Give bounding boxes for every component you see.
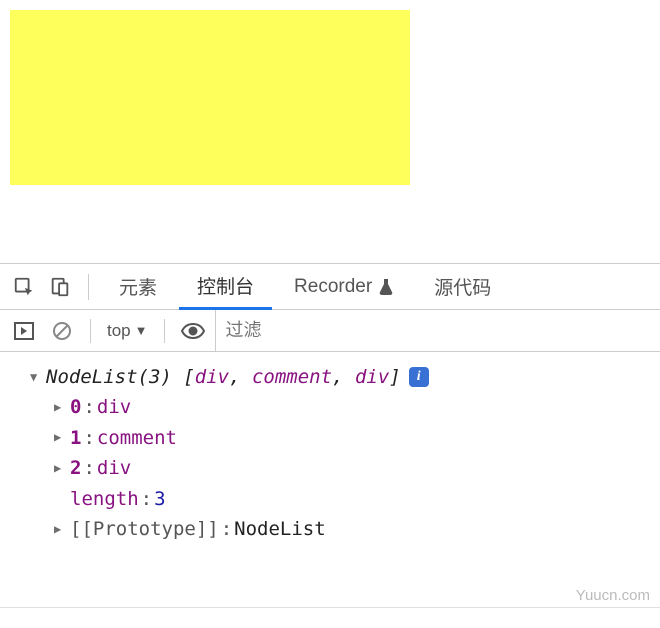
context-label: top xyxy=(107,321,131,341)
devtools-tab-bar: 元素 控制台 Recorder 源代码 xyxy=(0,264,660,310)
page-content xyxy=(0,0,660,195)
flask-icon xyxy=(378,278,394,296)
yellow-box xyxy=(10,10,410,185)
tab-sources[interactable]: 源代码 xyxy=(416,264,509,310)
console-output: ▼ NodeList(3) [div, comment, div] i ▶ 0:… xyxy=(0,352,660,554)
devtools-panel: 元素 控制台 Recorder 源代码 xyxy=(0,263,660,628)
inspect-icon[interactable] xyxy=(8,271,40,303)
nodelist-item[interactable]: ▶ 2: div xyxy=(30,453,650,483)
nodelist-header[interactable]: ▼ NodeList(3) [div, comment, div] i xyxy=(30,362,650,392)
prototype-row[interactable]: ▶ [[Prototype]]: NodeList xyxy=(30,514,650,544)
expand-arrow-icon[interactable]: ▶ xyxy=(54,428,68,447)
nodelist-item[interactable]: ▶ 1: comment xyxy=(30,423,650,453)
console-toolbar: top ▼ xyxy=(0,310,660,352)
clear-console-icon[interactable] xyxy=(46,315,78,347)
tab-console[interactable]: 控制台 xyxy=(179,264,272,310)
tab-label: Recorder xyxy=(294,276,372,298)
expand-arrow-icon[interactable]: ▼ xyxy=(30,368,44,387)
chevron-down-icon: ▼ xyxy=(135,323,148,338)
tab-label: 元素 xyxy=(119,273,157,300)
length-row[interactable]: length: 3 xyxy=(30,484,650,514)
device-toggle-icon[interactable] xyxy=(44,271,76,303)
tab-label: 源代码 xyxy=(434,273,491,300)
divider xyxy=(0,607,660,608)
nodelist-item[interactable]: ▶ 0: div xyxy=(30,392,650,422)
divider xyxy=(90,319,91,343)
tab-label: 控制台 xyxy=(197,272,254,299)
sidebar-toggle-icon[interactable] xyxy=(8,315,40,347)
filter-input[interactable] xyxy=(215,310,652,351)
eye-icon[interactable] xyxy=(177,315,209,347)
info-icon[interactable]: i xyxy=(409,367,429,387)
tab-recorder[interactable]: Recorder xyxy=(276,264,412,310)
context-selector[interactable]: top ▼ xyxy=(103,321,152,341)
object-summary: NodeList(3) [div, comment, div] xyxy=(46,362,401,392)
divider xyxy=(164,319,165,343)
tab-elements[interactable]: 元素 xyxy=(101,264,175,310)
divider xyxy=(88,274,89,300)
expand-arrow-icon[interactable]: ▶ xyxy=(54,459,68,478)
watermark: Yuucn.com xyxy=(576,587,650,604)
expand-arrow-icon[interactable]: ▶ xyxy=(54,520,68,539)
expand-arrow-icon[interactable]: ▶ xyxy=(54,398,68,417)
